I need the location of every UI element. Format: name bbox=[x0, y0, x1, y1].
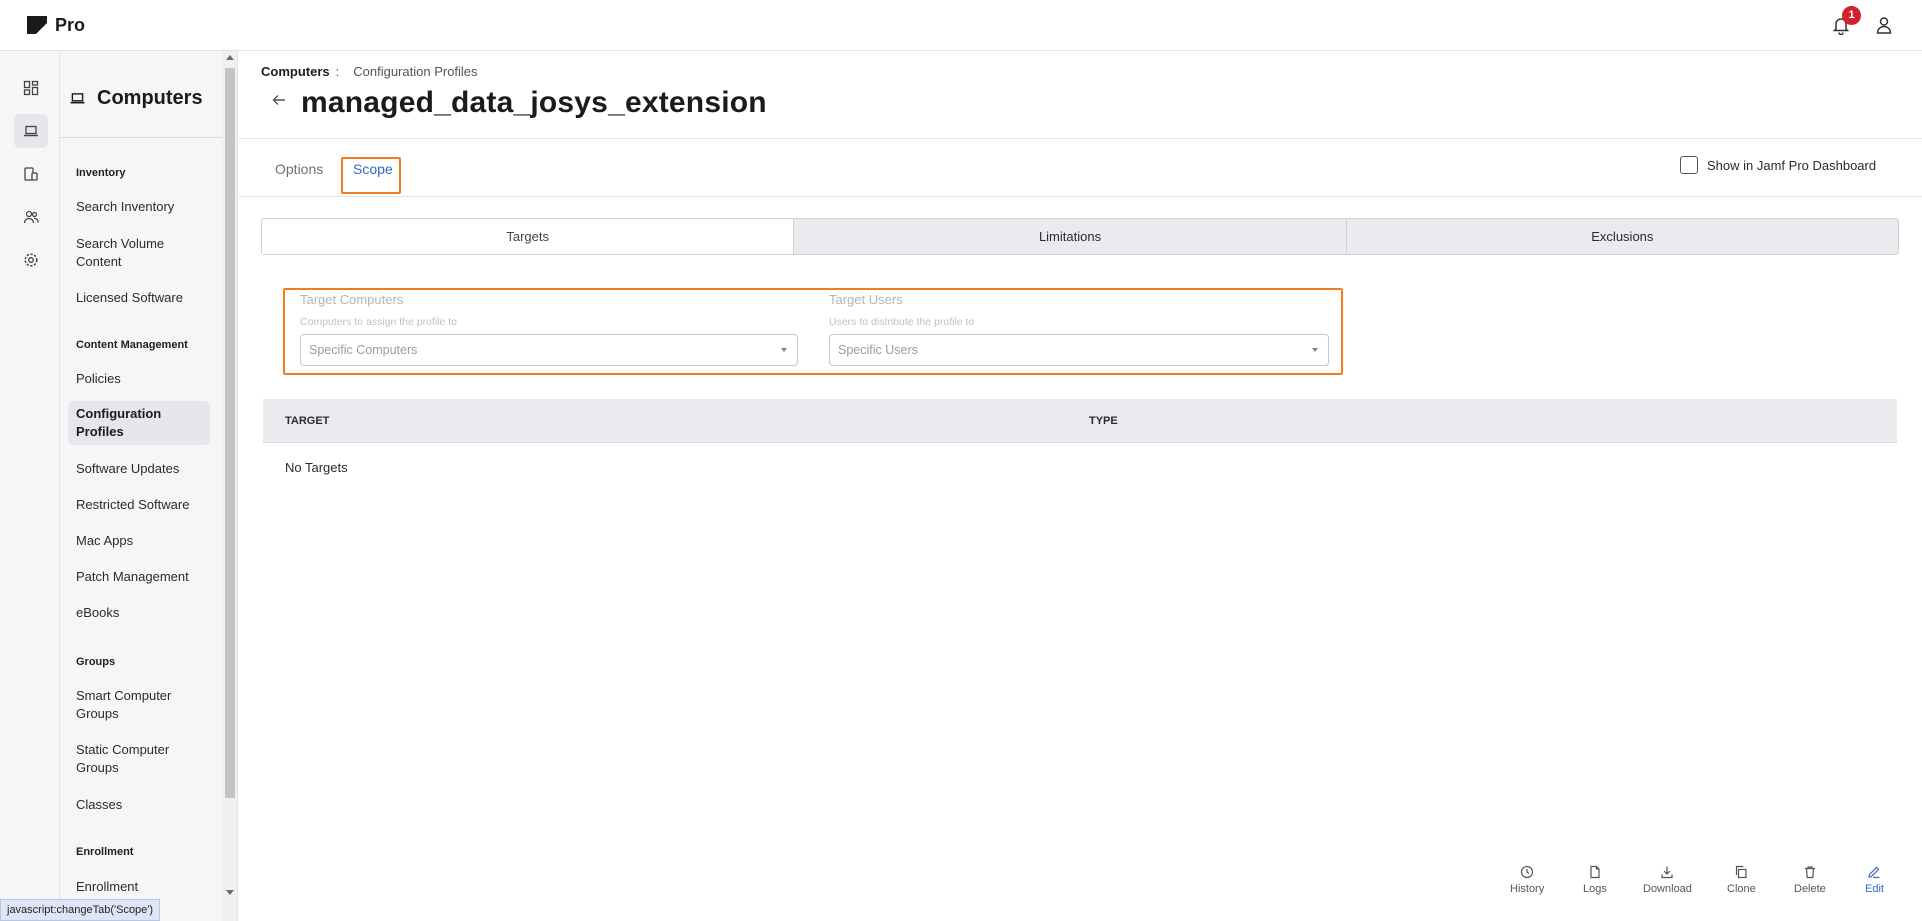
sidebar-item-restricted-software[interactable]: Restricted Software bbox=[68, 492, 210, 518]
target-users-value: Specific Users bbox=[838, 343, 918, 357]
sidebar-item-static-computer-groups[interactable]: Static Computer Groups bbox=[68, 737, 210, 781]
download-label: Download bbox=[1643, 883, 1692, 895]
sidebar-title: Computers bbox=[97, 86, 203, 109]
top-bar: Pro 1 bbox=[0, 0, 1922, 51]
dashboard-icon bbox=[23, 80, 39, 96]
breadcrumb-current[interactable]: Configuration Profiles bbox=[353, 64, 477, 79]
sidebar-item-ebooks[interactable]: eBooks bbox=[68, 600, 210, 626]
sidebar-item-software-updates[interactable]: Software Updates bbox=[68, 456, 210, 482]
chevron-down-icon bbox=[781, 348, 787, 352]
tabs-divider bbox=[239, 196, 1922, 197]
clock-icon bbox=[1521, 865, 1534, 879]
targets-table-header: TARGET TYPE bbox=[263, 399, 1897, 443]
users-icon bbox=[23, 210, 39, 224]
rail-settings[interactable] bbox=[14, 243, 48, 277]
sidebar-section-inventory: Inventory bbox=[76, 167, 126, 179]
header-divider bbox=[239, 138, 1922, 139]
sidebar-divider bbox=[60, 137, 222, 138]
scope-tab-highlight-box bbox=[341, 157, 401, 194]
sidebar-item-patch-management[interactable]: Patch Management bbox=[68, 564, 210, 590]
dashboard-checkbox[interactable] bbox=[1680, 156, 1698, 174]
scope-tab-limitations[interactable]: Limitations bbox=[793, 219, 1346, 254]
sidebar-item-smart-computer-groups[interactable]: Smart Computer Groups bbox=[68, 683, 210, 727]
sidebar-section-groups: Groups bbox=[76, 656, 116, 668]
sidebar-item-classes[interactable]: Classes bbox=[68, 792, 210, 818]
devices-icon bbox=[24, 167, 38, 181]
target-users-select[interactable]: Specific Users bbox=[829, 334, 1329, 366]
trash-icon bbox=[1804, 866, 1815, 879]
logs-button[interactable]: Logs bbox=[1583, 865, 1607, 895]
scope-segmented-control: Targets Limitations Exclusions bbox=[261, 218, 1899, 255]
sidebar-item-policies[interactable]: Policies bbox=[68, 366, 210, 392]
file-icon bbox=[1590, 865, 1600, 879]
delete-label: Delete bbox=[1794, 883, 1826, 895]
sidebar-section-content-management: Content Management bbox=[76, 339, 188, 351]
dashboard-checkbox-label[interactable]: Show in Jamf Pro Dashboard bbox=[1707, 158, 1876, 173]
chevron-down-icon bbox=[1312, 348, 1318, 352]
empty-table-message: No Targets bbox=[285, 460, 348, 475]
scrollbar-thumb[interactable] bbox=[225, 68, 235, 798]
edit-label: Edit bbox=[1865, 883, 1884, 895]
target-computers-label: Target Computers bbox=[300, 292, 404, 307]
sidebar: Computers Inventory Search Inventory Sea… bbox=[60, 51, 222, 921]
sidebar-item-search-inventory[interactable]: Search Inventory bbox=[68, 194, 210, 220]
clone-button[interactable]: Clone bbox=[1727, 865, 1756, 895]
column-type[interactable]: TYPE bbox=[1089, 415, 1118, 427]
target-users-help: Users to distribute the profile to bbox=[829, 316, 975, 328]
sidebar-scrollbar[interactable] bbox=[222, 51, 238, 921]
settings-icon bbox=[24, 253, 38, 267]
edit-button[interactable]: Edit bbox=[1865, 865, 1884, 895]
breadcrumb-root[interactable]: Computers bbox=[261, 64, 330, 79]
sidebar-item-configuration-profiles[interactable]: Configuration Profiles bbox=[68, 401, 210, 445]
download-icon bbox=[1661, 866, 1674, 879]
brand-name[interactable]: Pro bbox=[55, 15, 85, 36]
icon-rail bbox=[0, 51, 60, 921]
breadcrumb: Computers : Configuration Profiles bbox=[261, 64, 478, 79]
computer-icon bbox=[70, 92, 85, 103]
rail-users[interactable] bbox=[14, 200, 48, 234]
column-target[interactable]: TARGET bbox=[285, 415, 329, 427]
sidebar-header: Computers bbox=[70, 81, 203, 115]
page-title: managed_data_josys_extension bbox=[301, 86, 767, 119]
tab-options[interactable]: Options bbox=[275, 161, 323, 177]
target-computers-select[interactable]: Specific Computers bbox=[300, 334, 798, 366]
target-computers-help: Computers to assign the profile to bbox=[300, 316, 457, 328]
scope-tab-exclusions[interactable]: Exclusions bbox=[1345, 219, 1898, 254]
target-computers-value: Specific Computers bbox=[309, 343, 418, 357]
user-account-icon[interactable] bbox=[1874, 15, 1894, 35]
download-button[interactable]: Download bbox=[1643, 865, 1692, 895]
scroll-up-arrow-icon[interactable] bbox=[226, 55, 234, 60]
status-bar-url: javascript:changeTab('Scope') bbox=[0, 899, 161, 921]
computer-icon bbox=[24, 125, 38, 137]
history-label: History bbox=[1510, 883, 1545, 895]
delete-button[interactable]: Delete bbox=[1794, 865, 1826, 895]
logs-label: Logs bbox=[1583, 883, 1607, 895]
clone-label: Clone bbox=[1727, 883, 1756, 895]
notification-badge: 1 bbox=[1842, 6, 1861, 25]
sidebar-section-enrollment: Enrollment bbox=[76, 846, 134, 858]
rail-computers[interactable] bbox=[14, 114, 48, 148]
jamf-logo-icon[interactable] bbox=[25, 13, 49, 37]
rail-dashboard[interactable] bbox=[14, 71, 48, 105]
copy-icon bbox=[1736, 865, 1747, 879]
edit-icon bbox=[1868, 866, 1880, 879]
sidebar-item-licensed-software[interactable]: Licensed Software bbox=[68, 285, 210, 311]
scope-tab-targets[interactable]: Targets bbox=[262, 219, 794, 254]
sidebar-item-enrollment[interactable]: Enrollment bbox=[68, 874, 210, 900]
history-button[interactable]: History bbox=[1510, 865, 1544, 895]
rail-devices[interactable] bbox=[14, 157, 48, 191]
breadcrumb-separator: : bbox=[335, 64, 340, 79]
back-arrow-icon[interactable] bbox=[272, 94, 286, 106]
target-fields-highlight-box: Target Computers Computers to assign the… bbox=[283, 288, 1343, 375]
target-users-label: Target Users bbox=[829, 292, 903, 307]
main-content: Computers : Configuration Profiles manag… bbox=[239, 51, 1922, 921]
dashboard-checkbox-row[interactable]: Show in Jamf Pro Dashboard bbox=[1680, 156, 1876, 174]
sidebar-item-mac-apps[interactable]: Mac Apps bbox=[68, 528, 210, 554]
scroll-down-arrow-icon[interactable] bbox=[226, 890, 234, 895]
sidebar-item-search-volume-content[interactable]: Search Volume Content bbox=[68, 231, 210, 275]
